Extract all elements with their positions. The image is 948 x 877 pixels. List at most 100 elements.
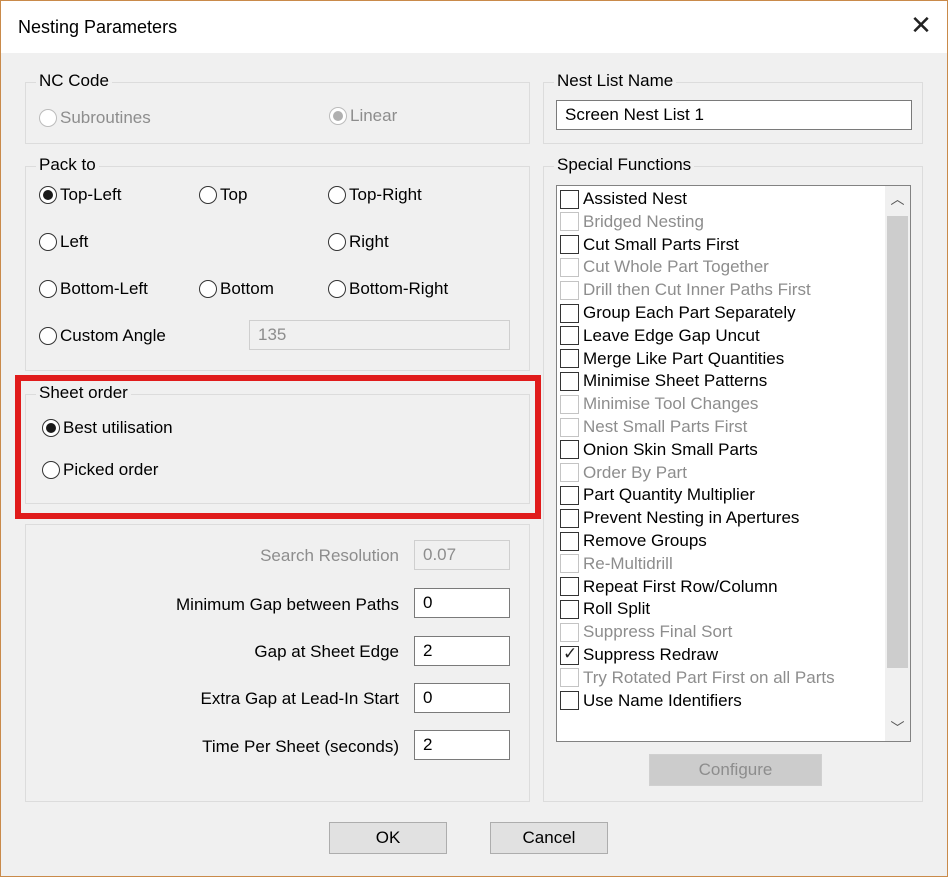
special-function-item[interactable]: Suppress Final Sort — [560, 621, 732, 643]
search-resolution-input[interactable]: 0.07 — [414, 540, 510, 570]
ok-button[interactable]: OK — [329, 822, 447, 854]
checkbox-icon[interactable] — [560, 622, 579, 642]
checkbox-icon[interactable] — [560, 280, 579, 300]
lead-in-gap-input[interactable]: 0 — [414, 683, 510, 713]
radio-custom-angle[interactable]: Custom Angle — [39, 326, 166, 346]
min-gap-input[interactable]: 0 — [414, 588, 510, 618]
configure-button[interactable]: Configure — [649, 754, 822, 786]
nest-list-label: Nest List Name — [554, 71, 677, 91]
radio-label: Custom Angle — [60, 326, 166, 345]
special-function-item[interactable]: Roll Split — [560, 598, 650, 620]
special-function-item[interactable]: Prevent Nesting in Apertures — [560, 507, 799, 529]
checkbox-icon[interactable] — [560, 440, 579, 460]
radio-top-left[interactable]: Top-Left — [39, 185, 121, 205]
scroll-up-icon[interactable]: ︿ — [885, 186, 910, 212]
special-function-label: Leave Edge Gap Uncut — [583, 325, 760, 345]
scrollbar[interactable]: ︿ ﹀ — [885, 186, 910, 741]
special-function-label: Prevent Nesting in Apertures — [583, 508, 800, 528]
min-gap-label: Minimum Gap between Paths — [176, 595, 399, 614]
sheet-edge-gap-label: Gap at Sheet Edge — [254, 642, 399, 661]
special-function-item[interactable]: Nest Small Parts First — [560, 416, 747, 438]
special-function-item[interactable]: Bridged Nesting — [560, 211, 704, 233]
radio-bottom[interactable]: Bottom — [199, 279, 274, 299]
radio-subroutines[interactable]: Subroutines — [39, 108, 151, 128]
radio-bottom-right[interactable]: Bottom-Right — [328, 279, 448, 299]
special-function-item[interactable]: Leave Edge Gap Uncut — [560, 325, 760, 347]
checkbox-icon[interactable] — [560, 531, 579, 551]
special-function-item[interactable]: Order By Part — [560, 462, 687, 484]
special-function-item[interactable]: Re-Multidrill — [560, 553, 673, 575]
radio-bottom-left[interactable]: Bottom-Left — [39, 279, 148, 299]
radio-top-right[interactable]: Top-Right — [328, 185, 422, 205]
checkbox-icon[interactable] — [560, 212, 579, 232]
custom-angle-input[interactable]: 135 — [249, 320, 510, 350]
checkbox-icon[interactable] — [560, 371, 579, 391]
radio-right[interactable]: Right — [328, 232, 389, 252]
checkbox-icon[interactable] — [560, 668, 579, 688]
special-function-item[interactable]: Minimise Sheet Patterns — [560, 370, 767, 392]
special-function-item[interactable]: Repeat First Row/Column — [560, 576, 778, 598]
special-function-item[interactable]: Group Each Part Separately — [560, 302, 796, 324]
radio-indicator — [328, 186, 346, 204]
checkbox-icon[interactable] — [560, 235, 579, 255]
special-function-item[interactable]: Remove Groups — [560, 530, 707, 552]
checkbox-icon[interactable] — [560, 349, 579, 369]
time-per-sheet-input[interactable]: 2 — [414, 730, 510, 760]
checkbox-icon[interactable] — [560, 508, 579, 528]
checkbox-icon[interactable] — [560, 417, 579, 437]
checkbox-icon[interactable] — [560, 394, 579, 414]
sheet-edge-gap-input[interactable]: 2 — [414, 636, 510, 666]
checkbox-icon[interactable] — [560, 577, 579, 597]
special-function-item[interactable]: Minimise Tool Changes — [560, 393, 758, 415]
checkbox-checked-icon[interactable]: ✓ — [560, 644, 579, 665]
radio-label: Top-Left — [60, 185, 122, 204]
radio-top[interactable]: Top — [199, 185, 247, 205]
special-function-item[interactable]: Part Quantity Multiplier — [560, 484, 755, 506]
scroll-down-icon[interactable]: ﹀ — [885, 715, 910, 741]
cancel-button[interactable]: Cancel — [490, 822, 608, 854]
special-function-label: Bridged Nesting — [583, 211, 704, 231]
special-function-item[interactable]: Assisted Nest — [560, 188, 687, 210]
special-function-label: Suppress Final Sort — [583, 622, 733, 642]
checkbox-icon[interactable] — [560, 691, 579, 711]
special-function-item[interactable]: Onion Skin Small Parts — [560, 439, 758, 461]
special-function-label: Re-Multidrill — [583, 553, 673, 573]
special-function-label: Cut Whole Part Together — [583, 257, 769, 277]
checkbox-icon[interactable] — [560, 554, 579, 574]
nesting-parameters-dialog: Nesting Parameters ✕ NC Code Subroutines… — [0, 0, 948, 877]
radio-indicator — [328, 233, 346, 251]
special-function-item[interactable]: Drill then Cut Inner Paths First — [560, 279, 811, 301]
radio-linear[interactable]: Linear — [329, 106, 397, 126]
special-functions-list[interactable]: ︿ ﹀ Assisted Nest Bridged Nesting Cut Smal… — [556, 185, 911, 742]
special-function-label: Use Name Identifiers — [583, 690, 742, 710]
special-function-item[interactable]: ✓ Suppress Redraw — [560, 644, 718, 666]
checkbox-icon[interactable] — [560, 463, 579, 483]
scroll-thumb[interactable] — [887, 216, 908, 668]
radio-label: Bottom — [220, 279, 274, 298]
pack-to-label: Pack to — [36, 155, 99, 175]
special-function-label: Onion Skin Small Parts — [583, 439, 758, 459]
special-function-item[interactable]: Use Name Identifiers — [560, 690, 742, 712]
checkbox-icon[interactable] — [560, 303, 579, 323]
radio-indicator — [39, 280, 57, 298]
radio-label: Top — [220, 185, 248, 204]
special-function-label: Part Quantity Multiplier — [583, 485, 755, 505]
special-function-label: Remove Groups — [583, 531, 707, 550]
checkbox-icon[interactable] — [560, 326, 579, 346]
radio-left[interactable]: Left — [39, 232, 88, 252]
search-resolution-label: Search Resolution — [260, 546, 399, 565]
special-function-item[interactable]: Merge Like Part Quantities — [560, 348, 784, 370]
special-function-label: Try Rotated Part First on all Parts — [583, 667, 835, 687]
time-per-sheet-label: Time Per Sheet (seconds) — [202, 737, 399, 756]
checkbox-icon[interactable] — [560, 485, 579, 505]
close-icon[interactable]: ✕ — [909, 12, 933, 38]
special-function-item[interactable]: Try Rotated Part First on all Parts — [560, 667, 835, 689]
special-function-item[interactable]: Cut Whole Part Together — [560, 256, 769, 278]
checkbox-icon[interactable] — [560, 599, 579, 619]
special-function-item[interactable]: Cut Small Parts First — [560, 234, 739, 256]
checkbox-icon[interactable] — [560, 189, 579, 209]
checkbox-icon[interactable] — [560, 257, 579, 277]
nest-list-name-input[interactable]: Screen Nest List 1 — [556, 100, 912, 130]
radio-label: Bottom-Right — [349, 279, 449, 298]
lead-in-gap-label: Extra Gap at Lead-In Start — [200, 689, 399, 708]
